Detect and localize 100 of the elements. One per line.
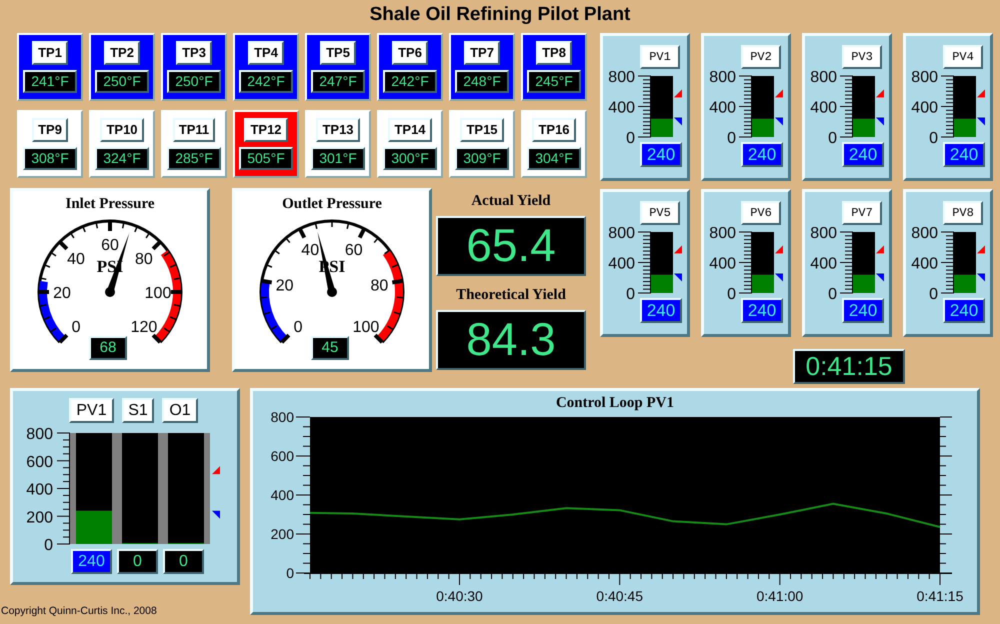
temperature-readout: 300°F	[383, 147, 437, 170]
scale-label: 400	[810, 100, 837, 116]
meter-readout: 240	[842, 142, 884, 167]
scale-label: 0	[929, 286, 938, 301]
scale-label: 800	[709, 227, 736, 242]
temperature-readout: 242°F	[383, 70, 437, 93]
scale-label: 400	[608, 256, 635, 272]
scale-label: 0	[626, 130, 635, 145]
tag-label: PV8	[943, 201, 983, 225]
scale-label: 0	[727, 130, 736, 145]
gauge-title: Inlet Pressure	[64, 195, 156, 214]
tag-label: PV1	[640, 45, 680, 69]
copyright-text: Copyright Quinn-Curtis Inc., 2008	[1, 604, 158, 619]
scale-label: 0	[44, 537, 53, 553]
meter-readout: 0	[163, 549, 204, 574]
app-title: Shale Oil Refining Pilot Plant	[368, 3, 632, 27]
temperature-readout: 242°F	[239, 70, 293, 93]
scale-label: 400	[26, 482, 53, 498]
scale-label: 120	[130, 318, 158, 336]
scale-label: 400	[709, 256, 736, 272]
scale-label: 80	[370, 278, 388, 294]
temperature-readout: 250°F	[167, 70, 221, 93]
scale-label: 800	[709, 71, 736, 86]
axis-label: 600	[270, 448, 294, 464]
tag-label: PV3	[842, 45, 882, 69]
axis-label: 0:41:00	[756, 588, 804, 604]
tag-label: TP8	[536, 41, 572, 65]
temperature-readout: 301°F	[311, 147, 365, 170]
tag-label: PV4	[943, 45, 983, 69]
scale-label: 40	[67, 251, 85, 268]
temperature-readout: 241°F	[23, 70, 77, 93]
meter-readout: 240	[71, 549, 112, 574]
scale-label: 400	[911, 256, 938, 272]
meter-readout: 240	[640, 298, 682, 323]
scale-ticks	[940, 76, 954, 138]
scale-ticks	[638, 232, 652, 294]
meter-readout: 240	[943, 142, 985, 167]
temperature-readout: 247°F	[311, 70, 365, 93]
meter-readout: 240	[741, 142, 783, 167]
scale-ticks	[940, 232, 954, 294]
yield-readout: 65.4	[436, 216, 586, 276]
tag-label: O1	[162, 398, 198, 423]
low-limit-marker	[212, 510, 220, 519]
axis-label: 800	[270, 409, 294, 425]
temperature-readout: 309°F	[455, 147, 509, 170]
scale-label: 800	[608, 227, 635, 242]
yield-readout: 84.3	[436, 310, 586, 370]
temperature-readout: 250°F	[95, 70, 149, 93]
scale-label: 800	[810, 227, 837, 242]
tag-label: TP6	[392, 41, 428, 65]
scale-ticks	[738, 232, 752, 294]
scale-label: 0	[72, 318, 80, 336]
scale-label: 0	[727, 286, 736, 301]
tag-label: TP2	[104, 41, 140, 65]
scale-label: 0	[294, 318, 302, 336]
yield-title: Theoretical Yield	[455, 286, 567, 305]
meter-readout: 240	[640, 142, 682, 167]
axis-label: 0:41:15	[916, 588, 964, 604]
scale-label: 800	[26, 427, 53, 443]
elapsed-time: 0:41:15	[793, 349, 905, 384]
high-limit-marker	[212, 466, 220, 474]
tag-label: TP11	[172, 118, 216, 142]
scale-label: 800	[911, 71, 938, 86]
tag-label: TP10	[100, 118, 144, 142]
temperature-readout: 245°F	[527, 70, 581, 93]
scale-label: 60	[101, 237, 119, 254]
scale-label: 800	[810, 71, 837, 86]
scale-label: 0	[828, 286, 837, 301]
scale-label: 80	[135, 251, 153, 268]
meter-readout: 0	[117, 549, 158, 574]
scale-label: 20	[53, 285, 71, 302]
yield-title: Actual Yield	[470, 192, 552, 211]
gauge-readout: 45	[311, 336, 349, 360]
temperature-readout: 505°F	[239, 147, 293, 170]
temperature-readout: 308°F	[23, 147, 77, 170]
scale-label: 400	[810, 256, 837, 272]
scale-label: 600	[26, 454, 53, 471]
gauge-title: Outlet Pressure	[281, 195, 383, 214]
tag-label: TP15	[460, 118, 504, 142]
meter-readout: 240	[741, 298, 783, 323]
scale-label: 400	[911, 100, 938, 116]
tag-label: PV6	[741, 201, 781, 225]
tag-label: PV2	[741, 45, 781, 69]
scale-label: 60	[344, 242, 363, 260]
axis-label: 400	[270, 487, 294, 503]
scale-label: 100	[352, 318, 380, 336]
tag-label: TP9	[32, 118, 68, 142]
tag-label: S1	[122, 398, 154, 423]
axis-label: 0:40:30	[436, 588, 483, 604]
tag-label: TP13	[316, 118, 360, 142]
tag-label: TP12	[244, 118, 288, 142]
tag-label: TP1	[32, 41, 68, 65]
tag-label: TP3	[176, 41, 212, 65]
scale-label: 400	[709, 100, 736, 116]
scale-label: 20	[276, 278, 294, 294]
meter-readout: 240	[943, 298, 985, 323]
scale-label: 0	[929, 130, 938, 145]
axis-label: 200	[270, 526, 294, 542]
temperature-readout: 324°F	[95, 147, 149, 170]
tag-label: TP16	[532, 118, 576, 142]
